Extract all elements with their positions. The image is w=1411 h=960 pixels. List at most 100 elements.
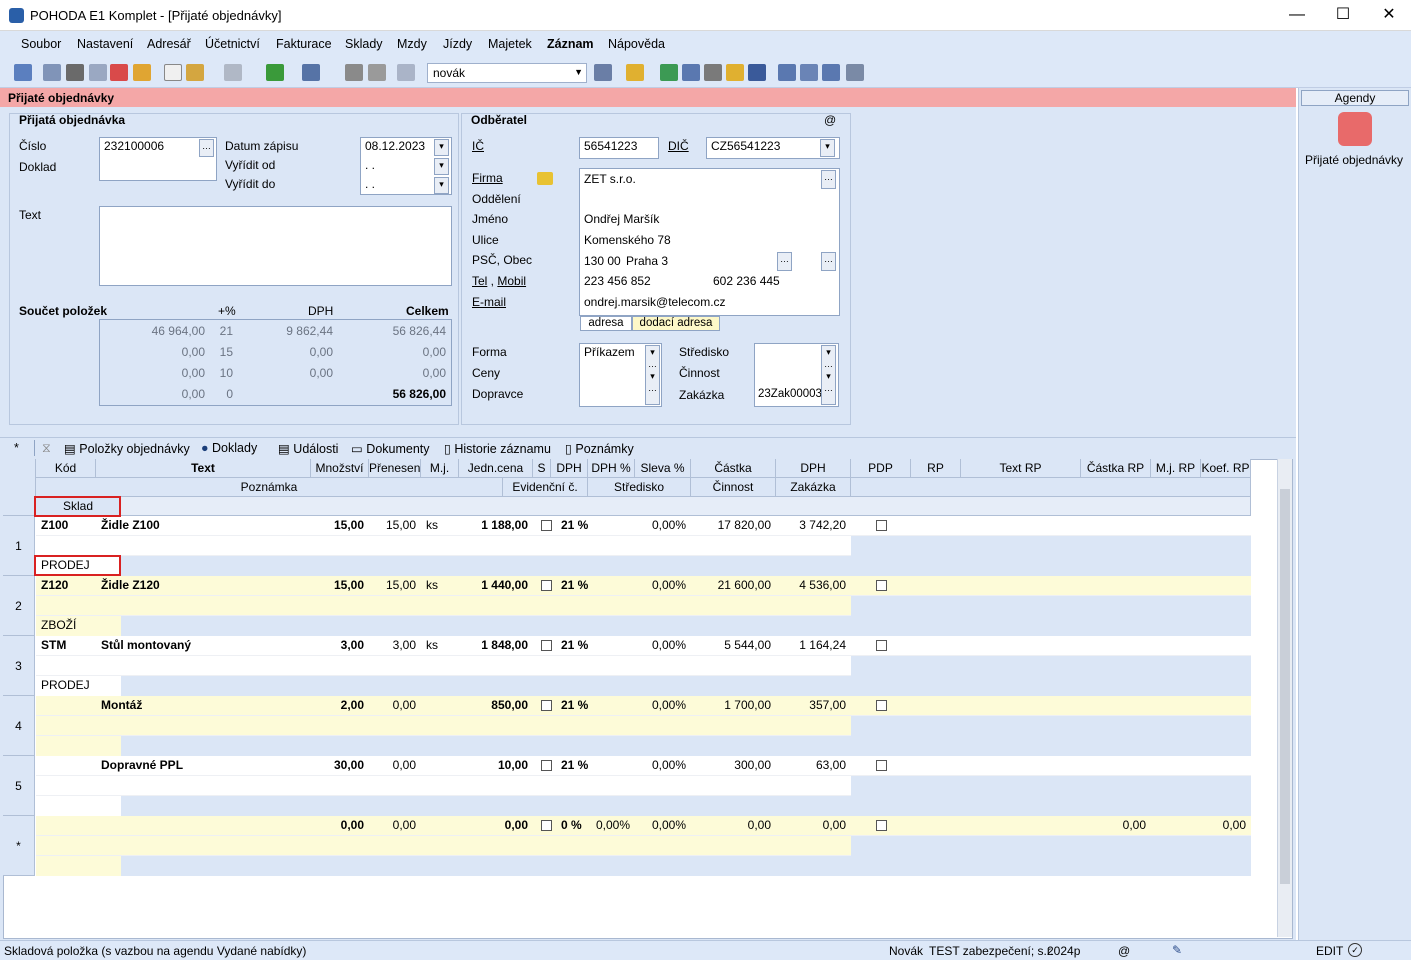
- cell-jedn-cena[interactable]: 0,00: [459, 816, 533, 835]
- menu-ucetnictvi[interactable]: Účetnictví: [205, 37, 260, 51]
- date-dropdown-2[interactable]: ▾: [434, 158, 449, 175]
- ulice-value[interactable]: Komenského 78: [584, 233, 671, 247]
- cell-sklad[interactable]: ZBOŽÍ: [36, 616, 121, 635]
- s-checkbox[interactable]: [536, 576, 554, 595]
- menu-mzdy[interactable]: Mzdy: [397, 37, 427, 51]
- tab-doklady[interactable]: ● Doklady: [201, 441, 257, 455]
- folder-icon[interactable]: [626, 64, 644, 81]
- copy-icon[interactable]: [43, 64, 61, 81]
- cell-sleva[interactable]: 0,00%: [635, 696, 691, 715]
- cell-sleva[interactable]: 0,00%: [635, 816, 691, 835]
- calculator-icon[interactable]: [704, 64, 722, 81]
- s-checkbox[interactable]: [536, 816, 554, 835]
- filter-icon[interactable]: ⧖: [42, 441, 51, 456]
- obec-value[interactable]: Praha 3: [626, 254, 668, 268]
- ic-field[interactable]: 56541223: [579, 137, 659, 159]
- settings-icon[interactable]: [302, 64, 320, 81]
- s-checkbox[interactable]: [536, 696, 554, 715]
- col-header[interactable]: DPH: [776, 459, 851, 478]
- row-number[interactable]: 1: [3, 516, 35, 576]
- col-header-2[interactable]: Zakázka: [776, 478, 851, 497]
- cell-sleva[interactable]: 0,00%: [635, 636, 691, 655]
- pdp-checkbox[interactable]: [871, 696, 891, 715]
- col-header-2[interactable]: Činnost: [691, 478, 776, 497]
- cell-dph[interactable]: 1 164,24: [776, 636, 851, 655]
- cell-jedn-cena[interactable]: 10,00: [459, 756, 533, 775]
- cell-koef-rp[interactable]: 0,00: [1201, 816, 1251, 835]
- cell-text[interactable]: Montáž: [96, 696, 311, 715]
- cell-kod[interactable]: STM: [36, 636, 96, 655]
- menu-nastaveni[interactable]: Nastavení: [77, 37, 133, 51]
- dic-label[interactable]: DIČ: [668, 139, 689, 153]
- col-header[interactable]: PDP: [851, 459, 911, 478]
- row-number[interactable]: 2: [3, 576, 35, 636]
- cell-dph-rate[interactable]: 21 %: [556, 636, 593, 655]
- at-icon[interactable]: @: [824, 113, 836, 127]
- tab-dokumenty[interactable]: ▭ Dokumenty: [351, 441, 430, 456]
- cell-jedn-cena[interactable]: 1 848,00: [459, 636, 533, 655]
- tel-label[interactable]: Tel: [472, 274, 487, 288]
- cell-mnozstvi[interactable]: 2,00: [311, 696, 369, 715]
- cell-preneseno[interactable]: 0,00: [369, 756, 421, 775]
- ic-label[interactable]: IČ: [472, 139, 484, 153]
- iban-icon[interactable]: [748, 64, 766, 81]
- col-header[interactable]: Částka RP: [1081, 459, 1151, 478]
- window-icon[interactable]: [778, 64, 796, 81]
- cell-text[interactable]: Židle Z120: [96, 576, 311, 595]
- col-header[interactable]: S: [533, 459, 551, 478]
- cell-dph[interactable]: 63,00: [776, 756, 851, 775]
- firma-picker-button[interactable]: …: [821, 170, 836, 189]
- layout-icon[interactable]: [800, 64, 818, 81]
- s-checkbox[interactable]: [536, 516, 554, 535]
- pdp-checkbox[interactable]: [871, 756, 891, 775]
- export-icon[interactable]: [133, 64, 151, 81]
- back-icon[interactable]: [266, 64, 284, 81]
- cell-dph-pct[interactable]: 0,00%: [588, 816, 635, 835]
- new-icon[interactable]: [164, 64, 182, 81]
- psc-value[interactable]: 130 00: [584, 254, 621, 268]
- user-select[interactable]: novák ▼: [427, 63, 587, 83]
- col-header-2[interactable]: Evidenční č.: [503, 478, 588, 497]
- cell-dph[interactable]: 4 536,00: [776, 576, 851, 595]
- cell-kod[interactable]: Z120: [36, 576, 96, 595]
- email-label[interactable]: E-mail: [472, 295, 506, 309]
- s-checkbox[interactable]: [536, 756, 554, 775]
- col-header[interactable]: Množství: [311, 459, 369, 478]
- dic-dropdown[interactable]: ▾: [820, 139, 835, 157]
- cell-sleva[interactable]: 0,00%: [635, 516, 691, 535]
- cell-jedn-cena[interactable]: 1 440,00: [459, 576, 533, 595]
- agenda-icon[interactable]: [14, 64, 32, 81]
- tab-dodaci-adresa[interactable]: dodací adresa: [632, 316, 720, 331]
- address-more-button[interactable]: …: [821, 252, 836, 271]
- tab-filter[interactable]: *: [14, 441, 19, 455]
- address-book-icon[interactable]: [537, 172, 553, 185]
- cell-preneseno[interactable]: 0,00: [369, 696, 421, 715]
- coins-icon[interactable]: [726, 64, 744, 81]
- cell-dph[interactable]: 3 742,20: [776, 516, 851, 535]
- tab-historie[interactable]: ▯ Historie záznamu: [444, 441, 551, 456]
- invoice-icon[interactable]: [682, 64, 700, 81]
- cell-mnozstvi[interactable]: 3,00: [311, 636, 369, 655]
- tab-polozky[interactable]: ▤ Položky objednávky: [64, 441, 190, 456]
- firma-label[interactable]: Firma: [472, 171, 503, 185]
- preview-icon[interactable]: [89, 64, 107, 81]
- col-header[interactable]: M.j. RP: [1151, 459, 1201, 478]
- cell-preneseno[interactable]: 15,00: [369, 516, 421, 535]
- cell-dph[interactable]: 357,00: [776, 696, 851, 715]
- row-number[interactable]: 5: [3, 756, 35, 816]
- row-number[interactable]: 4: [3, 696, 35, 756]
- menu-adresar[interactable]: Adresář: [147, 37, 191, 51]
- zakazka-value[interactable]: 23Zak00003: [758, 388, 822, 400]
- menu-sklady[interactable]: Sklady: [345, 37, 383, 51]
- scrollbar-thumb[interactable]: [1280, 489, 1290, 884]
- tab-adresa[interactable]: adresa: [580, 316, 632, 331]
- col-header[interactable]: Text RP: [961, 459, 1081, 478]
- obec-picker-button[interactable]: …: [777, 252, 792, 271]
- menu-zaznam[interactable]: Záznam: [547, 37, 594, 51]
- help-icon[interactable]: [846, 64, 864, 81]
- cell-mnozstvi[interactable]: 0,00: [311, 816, 369, 835]
- cell-sleva[interactable]: 0,00%: [635, 756, 691, 775]
- maximize-button[interactable]: ☐: [1320, 0, 1366, 30]
- cell-dph-rate[interactable]: 21 %: [556, 696, 593, 715]
- cell-mnozstvi[interactable]: 15,00: [311, 516, 369, 535]
